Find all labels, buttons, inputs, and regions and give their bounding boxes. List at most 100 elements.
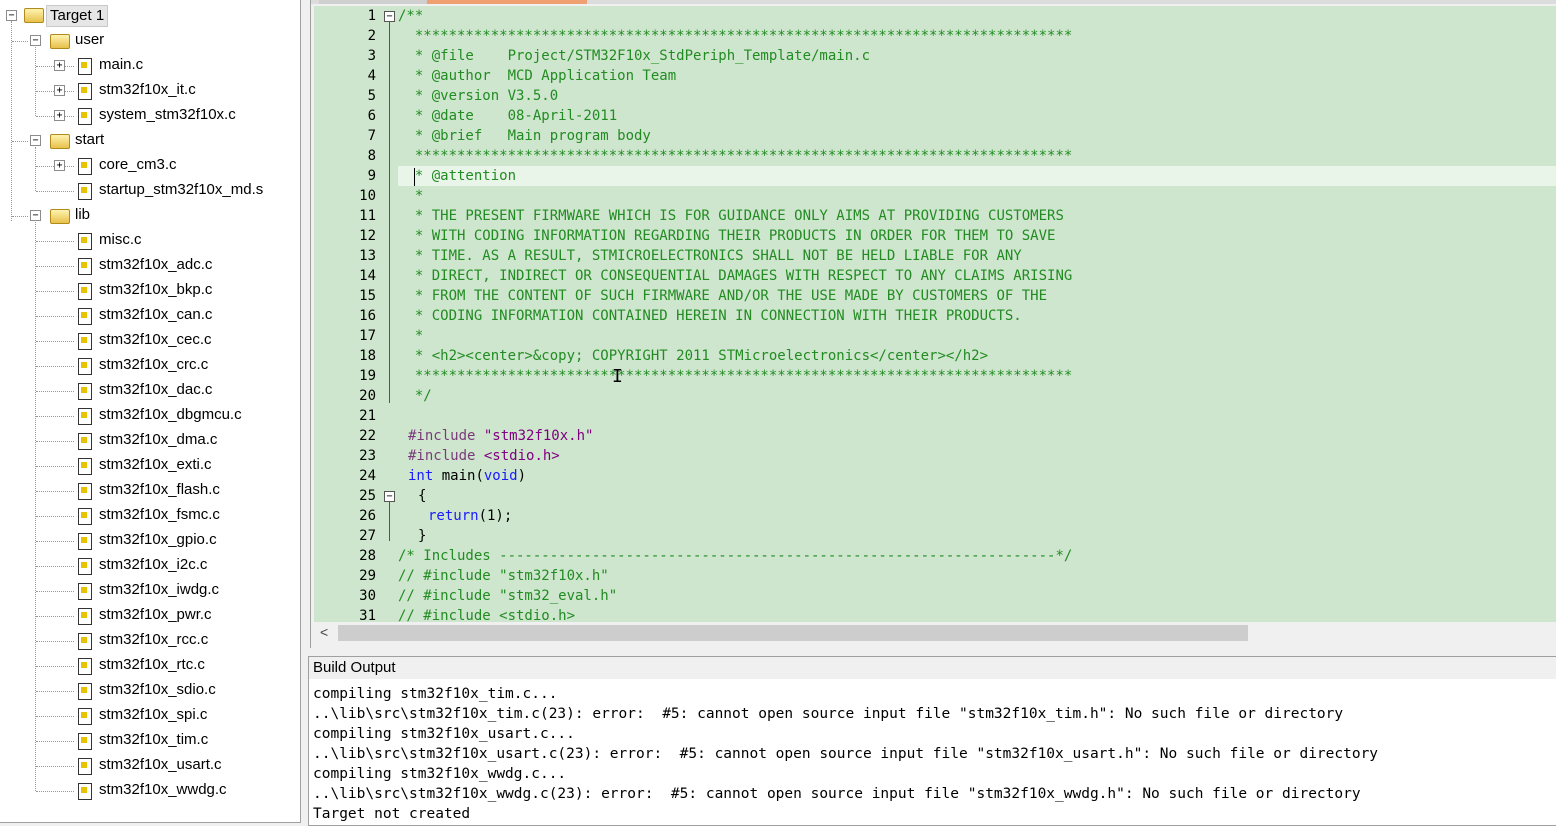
expand-toggle-icon[interactable]: + — [54, 85, 65, 96]
code-line: * — [398, 328, 424, 344]
file-icon — [78, 633, 92, 650]
tree-file-label[interactable]: stm32f10x_can.c — [99, 305, 212, 325]
line-number: 16 — [359, 308, 376, 324]
tree-file-label[interactable]: stm32f10x_cec.c — [99, 330, 212, 350]
tree-file-label[interactable]: stm32f10x_i2c.c — [99, 555, 207, 575]
code-line: /* Includes ----------------------------… — [398, 548, 1073, 564]
tree-file-label[interactable]: stm32f10x_iwdg.c — [99, 580, 219, 600]
tree-file-label[interactable]: stm32f10x_gpio.c — [99, 530, 217, 550]
collapse-toggle-icon[interactable]: − — [30, 35, 41, 46]
collapse-toggle-icon[interactable]: − — [6, 10, 17, 21]
tree-file-label[interactable]: stm32f10x_it.c — [99, 80, 196, 100]
tree-file-label[interactable]: stm32f10x_crc.c — [99, 355, 208, 375]
file-icon — [78, 58, 92, 75]
tree-file-label[interactable]: stm32f10x_usart.c — [99, 755, 222, 775]
collapse-toggle-icon[interactable]: − — [30, 210, 41, 221]
tree-file-label[interactable]: stm32f10x_wwdg.c — [99, 780, 227, 800]
tree-file-label[interactable]: stm32f10x_sdio.c — [99, 680, 216, 700]
build-output-line: ..\lib\src\stm32f10x_wwdg.c(23): error: … — [313, 786, 1361, 802]
line-number: 13 — [359, 248, 376, 264]
folder-icon — [50, 34, 70, 49]
tree-file-label[interactable]: stm32f10x_flash.c — [99, 480, 220, 500]
tree-guide-line — [36, 716, 74, 717]
code-line: * @attention — [398, 168, 517, 184]
tree-file-label[interactable]: stm32f10x_pwr.c — [99, 605, 212, 625]
tree-group-label[interactable]: user — [75, 30, 104, 50]
scrollbar-thumb[interactable] — [338, 625, 1248, 641]
tree-guide-line — [35, 47, 36, 116]
editor-tab-active[interactable] — [427, 0, 587, 4]
tree-file-label[interactable]: stm32f10x_rtc.c — [99, 655, 205, 675]
tree-guide-line — [36, 791, 74, 792]
tree-root-label[interactable]: Target 1 — [46, 5, 109, 27]
tree-guide-line — [36, 741, 74, 742]
code-line: * @file Project/STM32F10x_StdPeriph_Temp… — [398, 48, 871, 64]
code-token: void — [483, 468, 518, 484]
code-token: #include — [408, 428, 476, 444]
file-icon — [78, 558, 92, 575]
code-line: return(1); — [428, 506, 512, 526]
tree-file-label[interactable]: stm32f10x_fsmc.c — [99, 505, 220, 525]
tree-file-label[interactable]: main.c — [99, 55, 143, 75]
tree-file-label[interactable]: stm32f10x_exti.c — [99, 455, 212, 475]
fold-guide — [389, 501, 390, 541]
tree-group-label[interactable]: start — [75, 130, 104, 150]
code-line: int main(void) — [408, 466, 526, 486]
code-line: * CODING INFORMATION CONTAINED HEREIN IN… — [398, 308, 1022, 324]
tree-group-label[interactable]: lib — [75, 205, 90, 225]
tree-file-label[interactable]: startup_stm32f10x_md.s — [99, 180, 263, 200]
tree-file-label[interactable]: stm32f10x_dbgmcu.c — [99, 405, 242, 425]
tree-file-label[interactable]: stm32f10x_bkp.c — [99, 280, 212, 300]
expand-toggle-icon[interactable]: + — [54, 160, 65, 171]
tree-guide-line — [12, 216, 28, 217]
tree-guide-line — [36, 691, 74, 692]
line-number: 8 — [367, 148, 376, 164]
file-icon — [78, 408, 92, 425]
expand-toggle-icon[interactable]: + — [54, 60, 65, 71]
line-number: 17 — [359, 328, 376, 344]
target-icon — [24, 8, 44, 23]
line-number: 4 — [367, 68, 376, 84]
line-number: 31 — [359, 608, 376, 622]
line-number: 22 — [359, 428, 376, 444]
file-icon — [78, 333, 92, 350]
code-editor[interactable]: 1 2 3 4 5 6 7 8 9 10 11 12 13 14 15 16 17 18 19 20 21 22 23 24 2… — [310, 0, 1556, 648]
tree-file-label[interactable]: system_stm32f10x.c — [99, 105, 236, 125]
collapse-toggle-icon[interactable]: − — [30, 135, 41, 146]
tree-guide-line — [36, 666, 74, 667]
fold-guide — [389, 21, 390, 403]
file-icon — [78, 108, 92, 125]
code-line: * @author MCD Application Team — [398, 68, 677, 84]
editor-tab-strip[interactable] — [311, 0, 1556, 4]
code-line: // #include "stm32f10x.h" — [398, 568, 609, 584]
tree-file-label[interactable]: stm32f10x_spi.c — [99, 705, 207, 725]
text-caret — [414, 168, 415, 186]
line-number: 19 — [359, 368, 376, 384]
code-token: } — [418, 528, 427, 544]
tree-file-label[interactable]: stm32f10x_adc.c — [99, 255, 212, 275]
tree-file-label[interactable]: stm32f10x_dma.c — [99, 430, 217, 450]
code-line: // #include "stm32_eval.h" — [398, 588, 618, 604]
code-token: #include — [408, 448, 476, 464]
code-area[interactable]: 1 2 3 4 5 6 7 8 9 10 11 12 13 14 15 16 17 18 19 20 21 22 23 24 2… — [314, 6, 1556, 622]
expand-toggle-icon[interactable]: + — [54, 110, 65, 121]
code-line: * — [398, 188, 424, 204]
line-number: 26 — [359, 508, 376, 524]
file-icon — [78, 733, 92, 750]
horizontal-scrollbar[interactable]: < — [314, 622, 1556, 644]
editor-tab[interactable] — [319, 0, 427, 4]
tree-file-label[interactable]: core_cm3.c — [99, 155, 177, 175]
tree-file-label[interactable]: stm32f10x_rcc.c — [99, 630, 208, 650]
tree-file-label[interactable]: stm32f10x_tim.c — [99, 730, 208, 750]
tree-file-label[interactable]: stm32f10x_dac.c — [99, 380, 212, 400]
line-number: 24 — [359, 468, 376, 484]
line-number: 25 — [359, 488, 376, 504]
code-token: main( — [433, 468, 484, 484]
file-icon — [78, 383, 92, 400]
tree-guide-line — [36, 766, 74, 767]
scroll-left-icon[interactable]: < — [320, 624, 328, 640]
code-line: ****************************************… — [398, 28, 1073, 44]
project-tree[interactable]: − Target 1− user + main.c + stm32f10x_it.c + sys… — [0, 0, 301, 823]
tree-file-label[interactable]: misc.c — [99, 230, 142, 250]
tree-guide-line — [36, 341, 74, 342]
